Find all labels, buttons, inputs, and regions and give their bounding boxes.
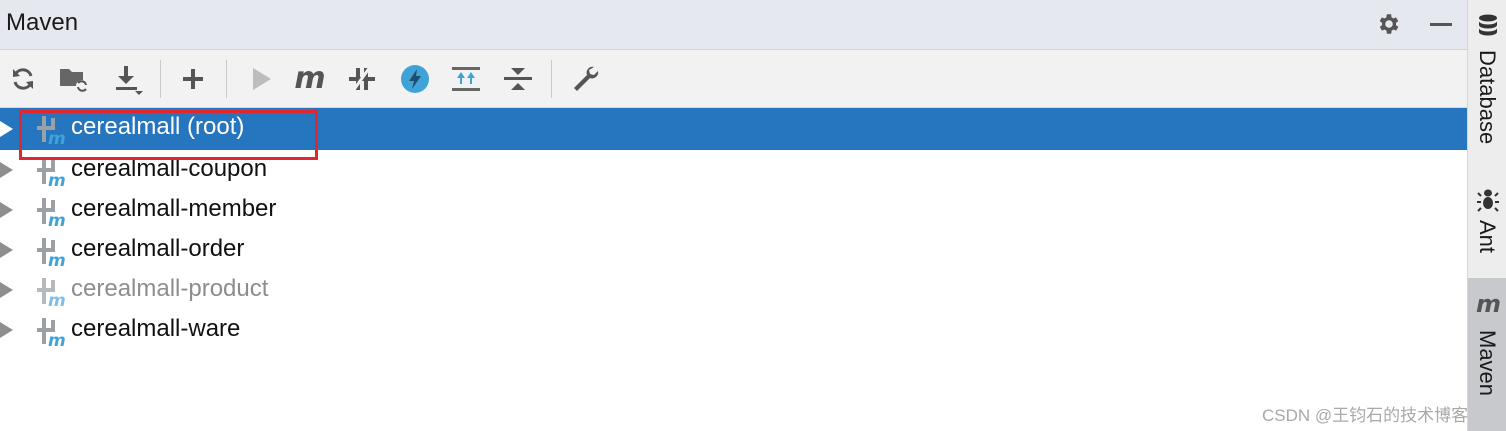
- maven-module-icon: m: [37, 158, 66, 186]
- tool-window-header: Maven: [0, 0, 1467, 50]
- download-sources-button[interactable]: [111, 62, 145, 96]
- expand-arrow-icon[interactable]: [0, 282, 13, 298]
- offline-icon: [349, 66, 375, 92]
- tree-item-label: cerealmall-product: [71, 275, 269, 302]
- download-icon: [116, 66, 143, 95]
- maven-module-icon: m: [37, 278, 66, 306]
- expand-arrow-icon[interactable]: [0, 121, 13, 137]
- database-icon: [1479, 14, 1497, 36]
- gear-icon[interactable]: [1374, 9, 1404, 39]
- watermark-text: CSDN @王钧石的技术博客: [1262, 406, 1469, 425]
- execute-maven-goal-button[interactable]: m: [293, 62, 327, 96]
- generate-sources-button[interactable]: [57, 62, 91, 96]
- expand-all-icon: [452, 67, 480, 91]
- show-dependencies-button[interactable]: [449, 62, 483, 96]
- tree-item-label: cerealmall-ware: [71, 315, 241, 342]
- maven-m-icon: m: [294, 61, 326, 96]
- maven-module-icon: m: [37, 238, 66, 266]
- folder-refresh-icon: [60, 69, 88, 92]
- maven-m-icon: m: [1476, 290, 1502, 318]
- play-icon: [253, 68, 271, 90]
- toolbar-separator: [226, 60, 227, 98]
- expand-arrow-icon[interactable]: [0, 162, 13, 178]
- sidebar-tab-label: Ant: [1475, 220, 1500, 254]
- tree-item-cerealmall-product[interactable]: m cerealmall-product: [0, 270, 1467, 310]
- highlight-annotation-box: [19, 110, 318, 160]
- panel-title: Maven: [6, 9, 79, 36]
- add-maven-project-button[interactable]: [176, 62, 210, 96]
- minimize-icon[interactable]: [1426, 9, 1456, 39]
- sidebar-tab-maven[interactable]: m Maven: [1468, 278, 1506, 431]
- expand-arrow-icon[interactable]: [0, 322, 13, 338]
- maven-settings-button[interactable]: [568, 62, 602, 96]
- sidebar-tab-ant[interactable]: Ant: [1468, 178, 1506, 268]
- reload-all-projects-button[interactable]: [6, 62, 40, 96]
- maven-toolbar: m: [0, 50, 1467, 108]
- svg-text:m: m: [48, 251, 66, 266]
- skip-tests-button[interactable]: [398, 62, 432, 96]
- sidebar-tab-label: Database: [1475, 50, 1500, 145]
- svg-text:m: m: [48, 291, 66, 306]
- collapse-all-icon: [504, 68, 532, 90]
- tree-item-cerealmall-ware[interactable]: m cerealmall-ware: [0, 310, 1467, 350]
- tree-item-label: cerealmall-member: [71, 195, 277, 222]
- expand-arrow-icon[interactable]: [0, 242, 13, 258]
- sidebar-tab-database[interactable]: Database: [1468, 0, 1506, 160]
- tree-item-label: cerealmall-order: [71, 235, 245, 262]
- toolbar-separator: [160, 60, 161, 98]
- ant-icon: [1477, 189, 1499, 212]
- svg-text:m: m: [48, 211, 66, 226]
- svg-text:m: m: [48, 171, 66, 186]
- expand-arrow-icon[interactable]: [0, 202, 13, 218]
- sidebar-tab-label: Maven: [1475, 330, 1500, 397]
- plus-icon: [183, 69, 203, 89]
- run-maven-build-button[interactable]: [243, 62, 277, 96]
- refresh-icon: [13, 68, 33, 90]
- lightning-icon: [401, 65, 429, 93]
- toggle-offline-mode-button[interactable]: [345, 62, 379, 96]
- collapse-all-button[interactable]: [501, 62, 535, 96]
- maven-module-icon: m: [37, 318, 66, 346]
- tree-item-cerealmall-order[interactable]: m cerealmall-order: [0, 230, 1467, 270]
- maven-module-icon: m: [37, 198, 66, 226]
- svg-text:m: m: [48, 331, 66, 346]
- wrench-icon: [574, 66, 599, 91]
- right-tool-strip: Database Ant m Maven: [1467, 0, 1506, 431]
- maven-tool-window: Maven m m cerealmall (root) m cerealmall…: [0, 0, 1467, 431]
- tree-item-cerealmall-member[interactable]: m cerealmall-member: [0, 190, 1467, 230]
- toolbar-separator: [551, 60, 552, 98]
